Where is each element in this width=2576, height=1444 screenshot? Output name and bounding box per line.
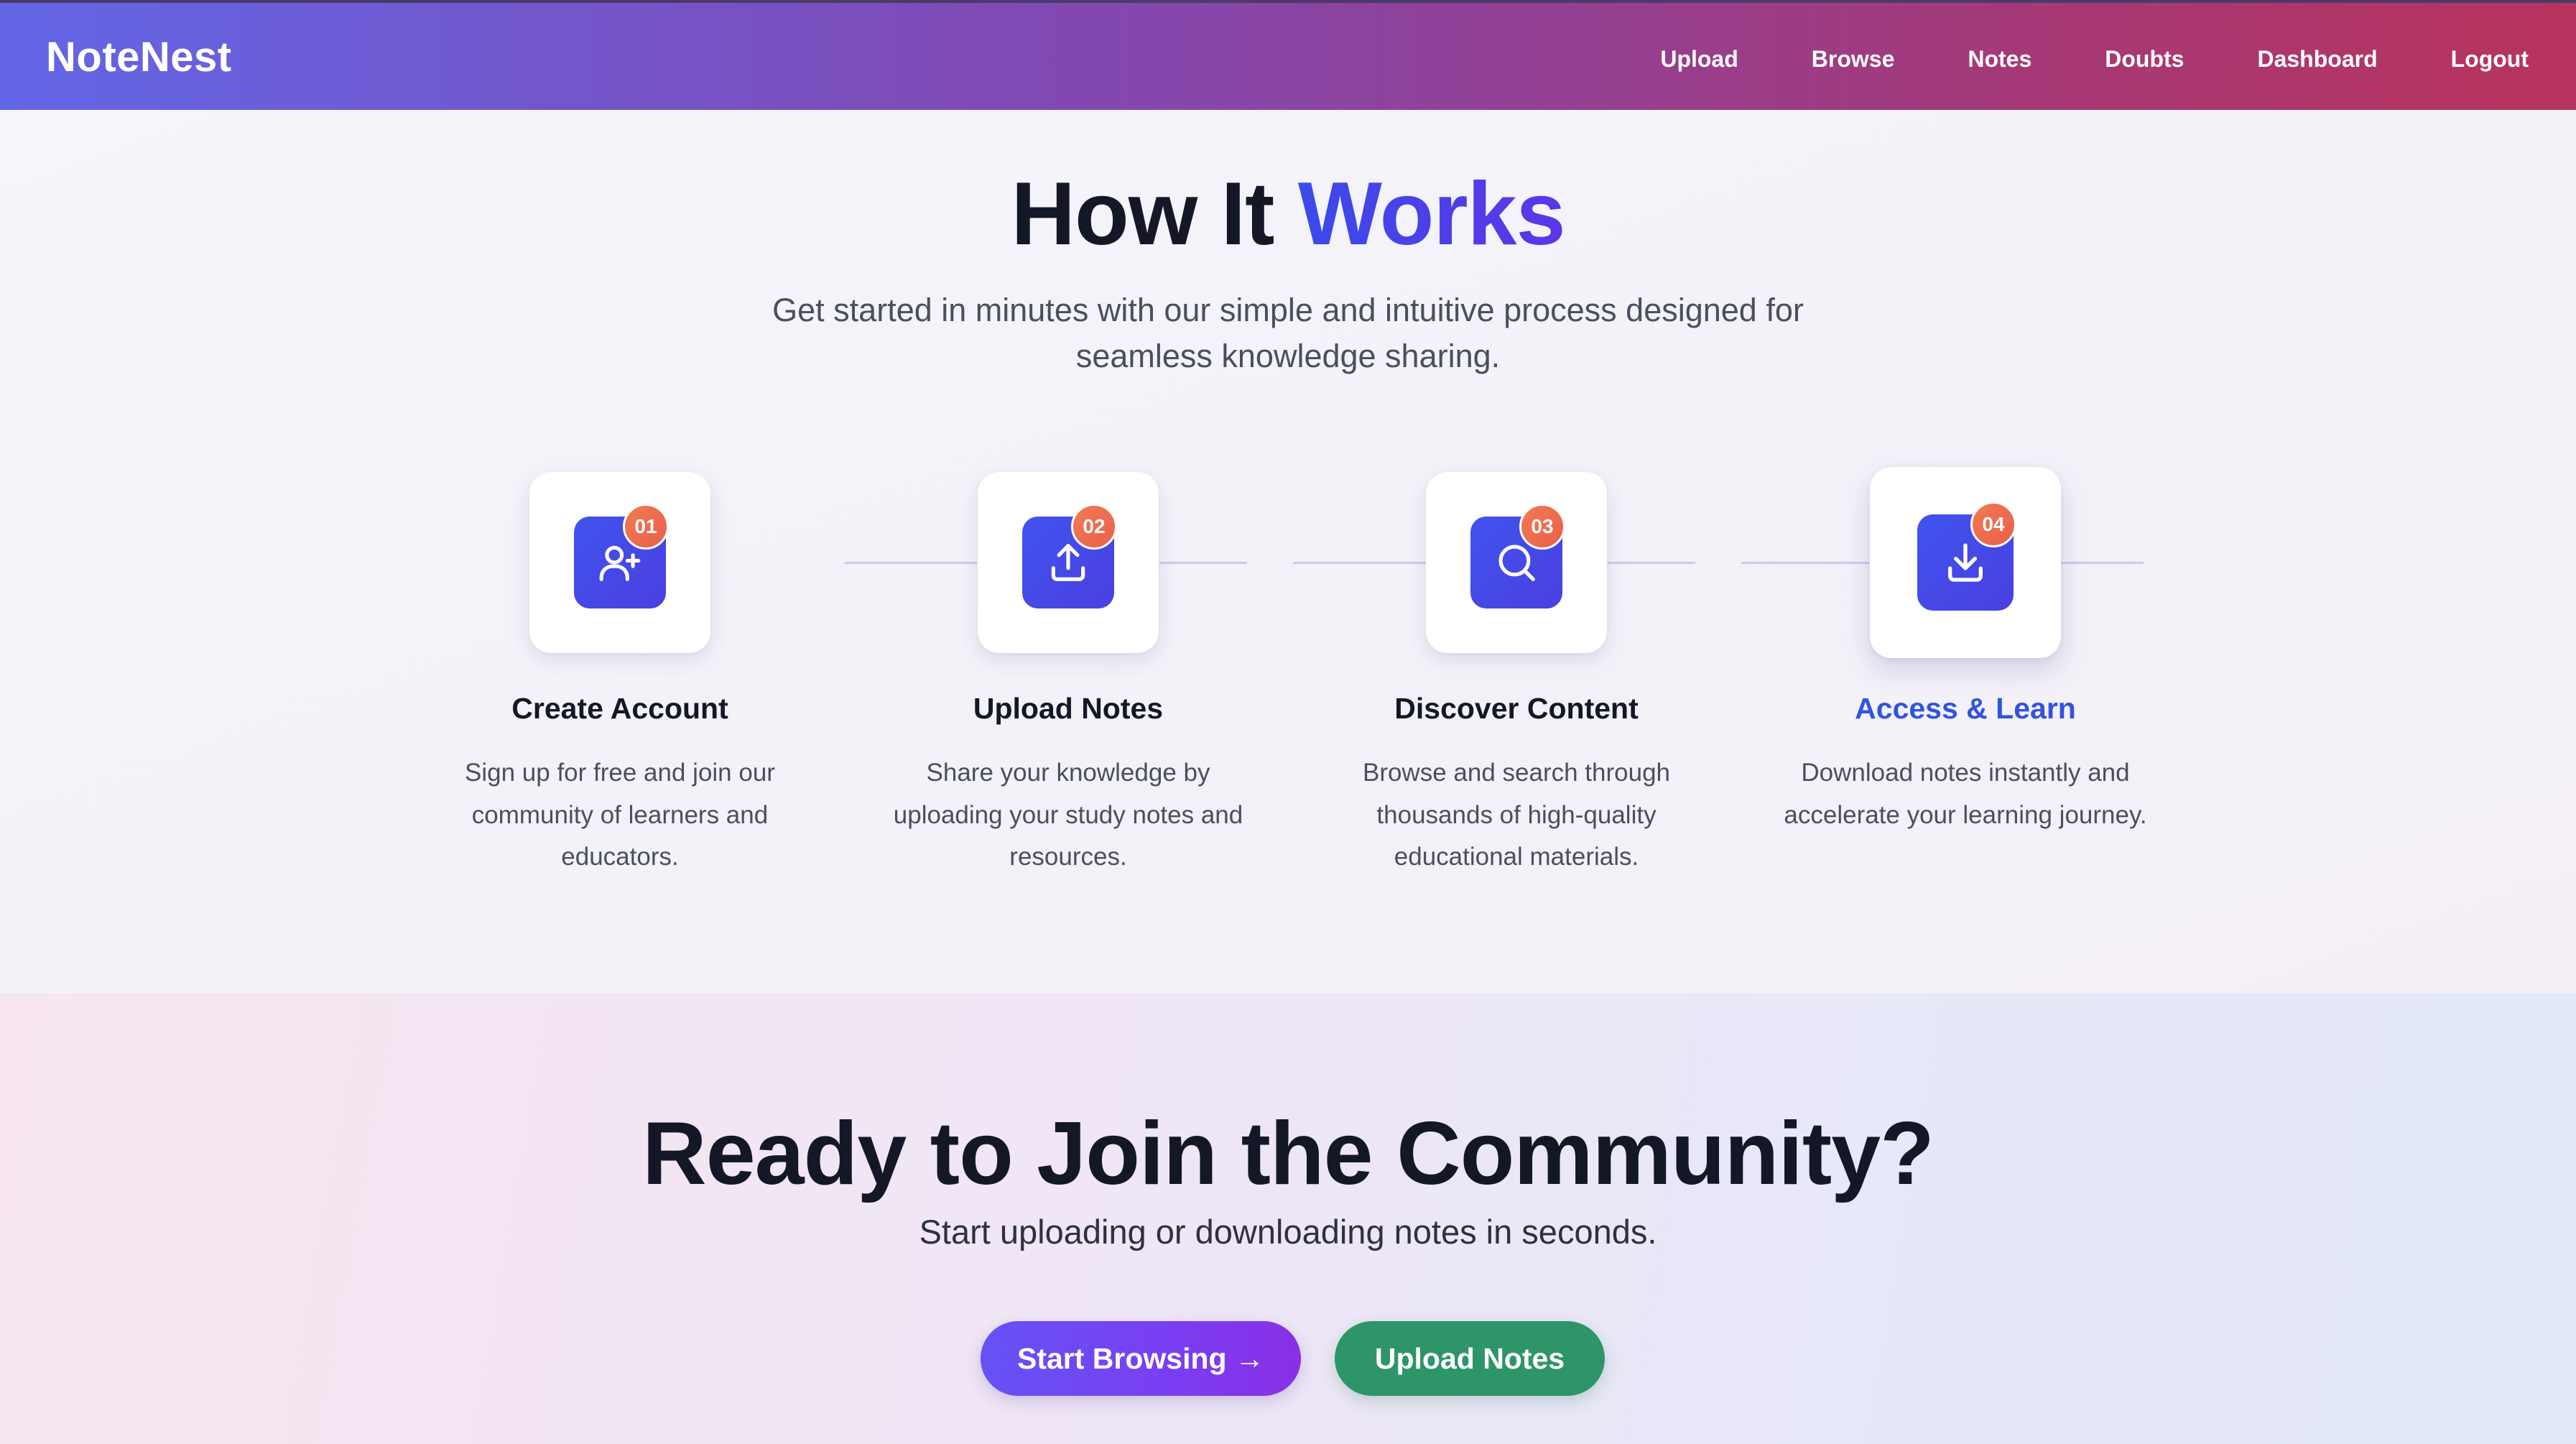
step-connector	[1741, 562, 1869, 564]
user-plus-icon: 01	[574, 504, 669, 608]
title-accent: Works	[1297, 165, 1566, 264]
upload-icon: 02	[1022, 504, 1117, 608]
step-description: Browse and search through thousands of h…	[1362, 759, 1671, 871]
step-connector	[2060, 562, 2144, 564]
nav-link-logout[interactable]: Logout	[2451, 39, 2529, 79]
step-card-discover-content[interactable]: 03	[1426, 472, 1607, 653]
step-description: Download notes instantly and accelerate …	[1784, 759, 2147, 829]
nav-link-notes[interactable]: Notes	[1968, 39, 2031, 79]
step-card-access-learn[interactable]: 04	[1870, 467, 2061, 658]
step-badge: 04	[1970, 501, 2016, 547]
step-badge: 02	[1071, 504, 1117, 550]
cta-subtitle: Start uploading or downloading notes in …	[919, 1213, 1657, 1251]
step-title: Access & Learn	[1855, 692, 2076, 725]
step-title: Upload Notes	[973, 692, 1164, 725]
step-badge: 03	[1519, 504, 1565, 550]
step-description: Sign up for free and join our community …	[465, 759, 775, 871]
cta-title: Ready to Join the Community?	[642, 1104, 1935, 1203]
navbar: NoteNest Upload Browse Notes Doubts Dash…	[0, 0, 2576, 110]
step-title: Create Account	[511, 692, 728, 725]
title-main: How It	[1011, 165, 1298, 264]
step-description: Share your knowledge by uploading your s…	[893, 759, 1243, 871]
download-icon: 04	[1917, 501, 2016, 611]
search-icon: 03	[1470, 504, 1565, 608]
step-connector	[1293, 562, 1425, 564]
upload-notes-button[interactable]: Upload Notes	[1335, 1321, 1605, 1396]
step-badge: 01	[623, 504, 669, 550]
step-connector	[1159, 562, 1247, 564]
nav-links: Upload Browse Notes Doubts Dashboard Log…	[1660, 39, 2529, 79]
step-card-upload-notes[interactable]: 02	[978, 472, 1159, 653]
nav-link-doubts[interactable]: Doubts	[2105, 39, 2184, 79]
how-it-works-title: How It Works	[0, 160, 2576, 268]
nav-link-browse[interactable]: Browse	[1812, 39, 1895, 79]
how-it-works-subtitle: Get started in minutes with our simple a…	[772, 292, 1804, 374]
how-it-works-section: How It Works Get started in minutes with…	[0, 110, 2576, 994]
step-card-create-account[interactable]: 01	[529, 472, 710, 653]
step-connector	[1608, 562, 1695, 564]
start-browsing-button[interactable]: Start Browsing →	[981, 1321, 1301, 1396]
nav-link-dashboard[interactable]: Dashboard	[2257, 39, 2377, 79]
cta-section: Ready to Join the Community? Start uploa…	[0, 994, 2576, 1444]
nav-link-upload[interactable]: Upload	[1660, 39, 1738, 79]
step-title: Discover Content	[1394, 692, 1639, 725]
brand-logo[interactable]: NoteNest	[46, 32, 232, 83]
step-connector	[845, 562, 977, 564]
